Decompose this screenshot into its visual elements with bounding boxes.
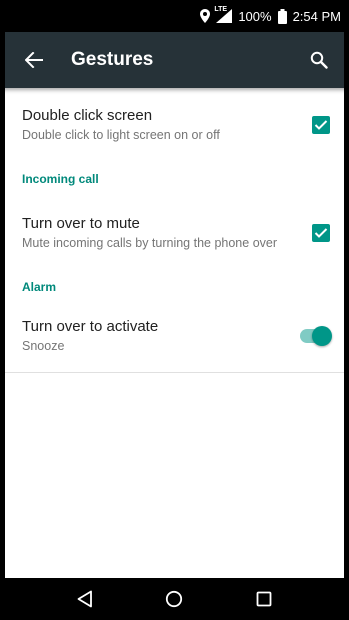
setting-text: Turn over to activate Snooze <box>22 318 294 354</box>
settings-list: Double click screen Double click to ligh… <box>5 88 344 373</box>
screen-edge-left <box>0 0 5 620</box>
setting-text: Turn over to mute Mute incoming calls by… <box>22 215 312 251</box>
recents-square-icon <box>256 591 272 607</box>
app-bar: Gestures <box>0 32 349 88</box>
setting-summary: Mute incoming calls by turning the phone… <box>22 236 278 250</box>
section-header-incoming-call: Incoming call <box>22 172 99 186</box>
nav-home-button[interactable] <box>154 579 194 619</box>
battery-percent: 100% <box>238 8 272 24</box>
back-arrow-icon <box>25 52 43 68</box>
setting-turn-over-mute[interactable]: Turn over to mute Mute incoming calls by… <box>5 192 344 274</box>
setting-text: Double click screen Double click to ligh… <box>22 107 312 143</box>
page-title: Gestures <box>71 49 154 70</box>
clock: 2:54 PM <box>292 8 341 24</box>
signal-icon: LTE <box>214 6 233 23</box>
screen-edge-right <box>344 0 349 620</box>
switch-thumb <box>312 326 332 346</box>
setting-title: Double click screen <box>22 107 153 124</box>
back-triangle-icon <box>77 590 92 608</box>
search-button[interactable] <box>295 32 343 88</box>
section-header-alarm: Alarm <box>22 280 57 294</box>
double-click-checkbox[interactable] <box>312 116 330 134</box>
turn-over-activate-switch[interactable] <box>294 326 334 346</box>
nav-back-button[interactable] <box>65 579 105 619</box>
network-type-label: LTE <box>214 6 228 13</box>
setting-double-click[interactable]: Double click screen Double click to ligh… <box>5 88 344 162</box>
battery-icon <box>277 8 287 24</box>
status-bar: LTE 100% 2:54 PM <box>0 0 349 32</box>
back-button[interactable] <box>6 32 62 88</box>
search-icon <box>310 51 328 69</box>
setting-summary: Double click to light screen on or off <box>22 128 220 142</box>
check-icon <box>314 120 328 130</box>
home-circle-icon <box>166 590 183 608</box>
list-divider <box>5 372 344 373</box>
turn-over-mute-checkbox[interactable] <box>312 224 330 242</box>
navigation-bar <box>0 578 349 620</box>
location-icon <box>200 9 211 23</box>
setting-turn-over-activate[interactable]: Turn over to activate Snooze <box>5 300 344 372</box>
setting-title: Turn over to mute <box>22 215 140 232</box>
check-icon <box>314 228 328 238</box>
nav-recents-button[interactable] <box>244 579 284 619</box>
screen: LTE 100% 2:54 PM Gestures Double click s… <box>0 0 349 620</box>
setting-title: Turn over to activate <box>22 318 159 335</box>
setting-summary: Snooze <box>22 339 65 353</box>
